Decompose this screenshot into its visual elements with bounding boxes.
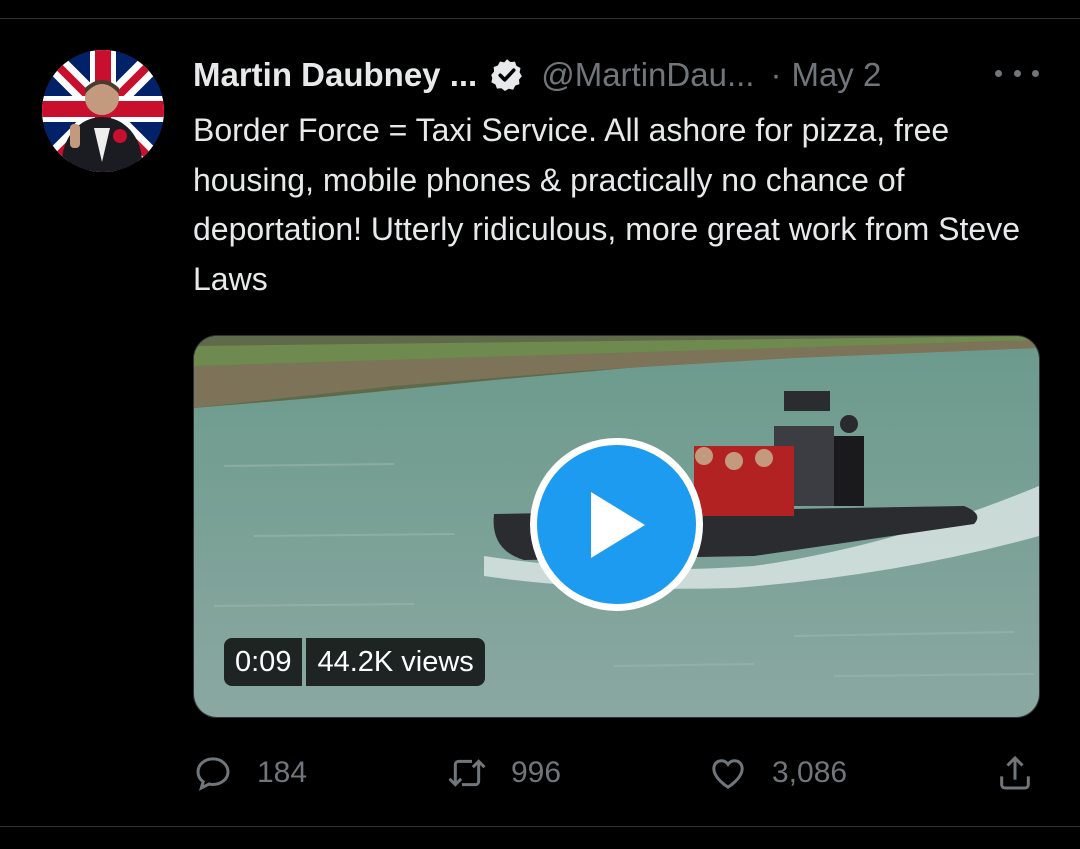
play-icon xyxy=(590,491,645,558)
more-dot xyxy=(1013,69,1021,77)
avatar-image xyxy=(42,50,164,172)
tweet-actions: 184 996 3,086 xyxy=(0,748,1080,798)
tweet-date[interactable]: May 2 xyxy=(791,56,881,94)
video-player[interactable]: 0:09 44.2K views xyxy=(193,335,1040,718)
share-button[interactable] xyxy=(995,748,1035,798)
author-name[interactable]: Martin Daubney ... xyxy=(193,56,477,94)
video-duration: 0:09 xyxy=(224,638,303,686)
tweet-text: Border Force = Taxi Service. All ashore … xyxy=(193,112,1020,297)
reply-count: 184 xyxy=(257,756,308,789)
reply-icon xyxy=(196,757,230,791)
bottom-divider xyxy=(0,826,1080,827)
verified-badge-icon xyxy=(491,59,523,92)
share-icon xyxy=(1000,755,1030,790)
more-options-icon[interactable] xyxy=(995,58,1039,88)
heart-icon xyxy=(712,759,744,789)
avatar[interactable] xyxy=(42,50,164,172)
reply-button[interactable]: 184 xyxy=(193,748,307,798)
tweet-header: Martin Daubney ... @MartinDau... · May 2 xyxy=(193,54,881,96)
like-count: 3,086 xyxy=(772,756,848,789)
separator-dot: · xyxy=(770,56,782,93)
author-handle[interactable]: @MartinDau... xyxy=(541,56,754,94)
like-button[interactable]: 3,086 xyxy=(708,748,847,798)
top-divider xyxy=(0,18,1080,19)
retweet-icon xyxy=(448,759,486,787)
more-dot xyxy=(1032,69,1039,77)
video-info-badges: 0:09 44.2K views xyxy=(224,638,485,686)
retweet-count: 996 xyxy=(511,756,562,789)
retweet-button[interactable]: 996 xyxy=(447,748,561,798)
video-views: 44.2K views xyxy=(306,638,485,686)
more-dot xyxy=(995,69,1002,77)
play-button[interactable] xyxy=(530,438,703,611)
